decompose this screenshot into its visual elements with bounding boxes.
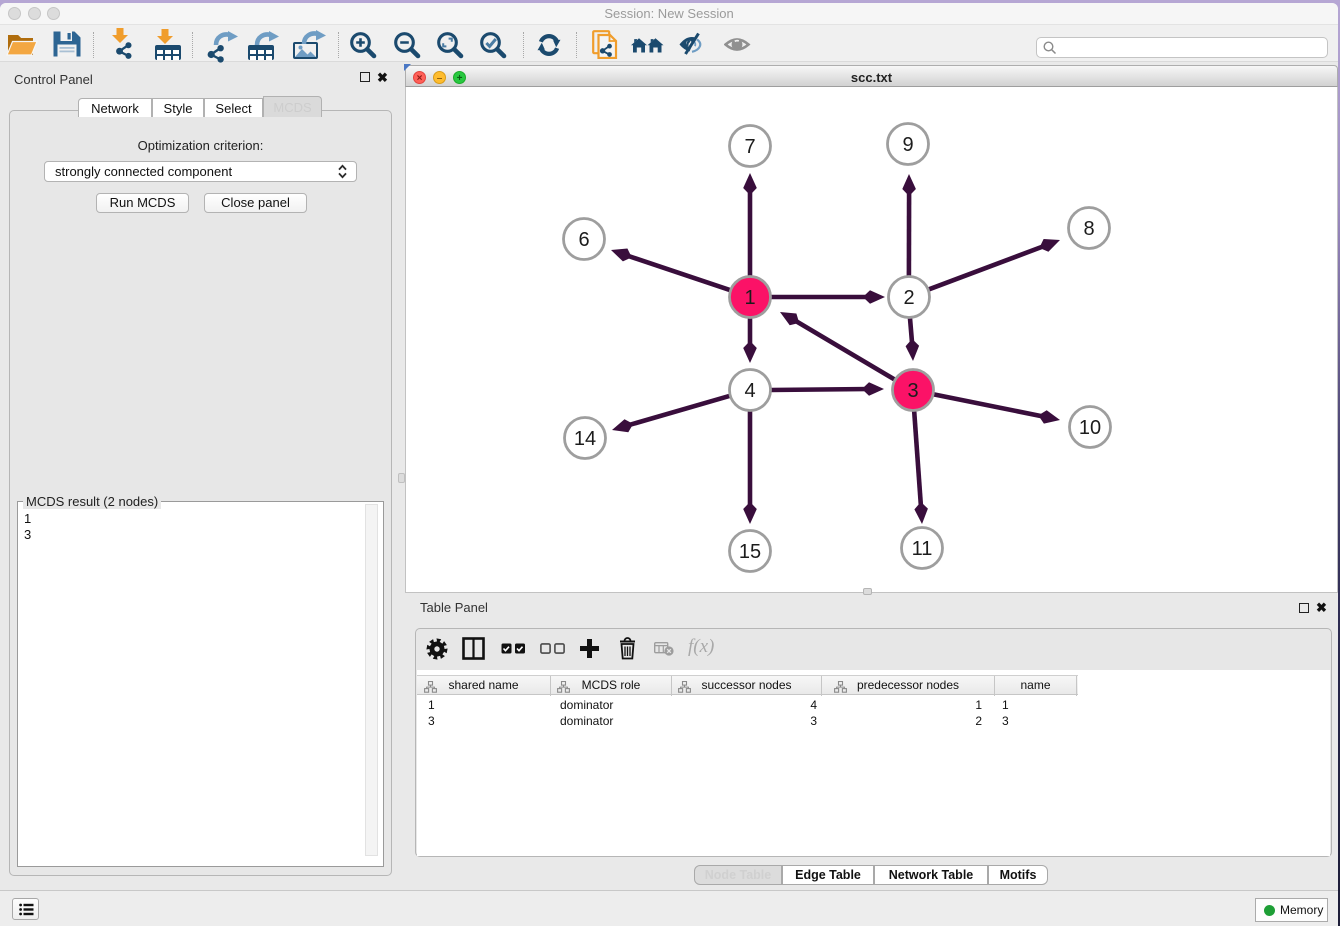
svg-text:4: 4 bbox=[744, 380, 755, 402]
svg-text:11: 11 bbox=[912, 538, 933, 560]
svg-text:8: 8 bbox=[1083, 218, 1094, 240]
svg-text:10: 10 bbox=[1079, 417, 1101, 439]
svg-text:3: 3 bbox=[907, 380, 918, 402]
svg-text:9: 9 bbox=[902, 134, 913, 156]
svg-text:14: 14 bbox=[574, 428, 596, 450]
svg-text:1: 1 bbox=[744, 287, 755, 309]
svg-text:6: 6 bbox=[578, 229, 589, 251]
svg-text:7: 7 bbox=[744, 136, 755, 158]
svg-text:2: 2 bbox=[903, 287, 914, 309]
svg-text:15: 15 bbox=[739, 541, 761, 563]
